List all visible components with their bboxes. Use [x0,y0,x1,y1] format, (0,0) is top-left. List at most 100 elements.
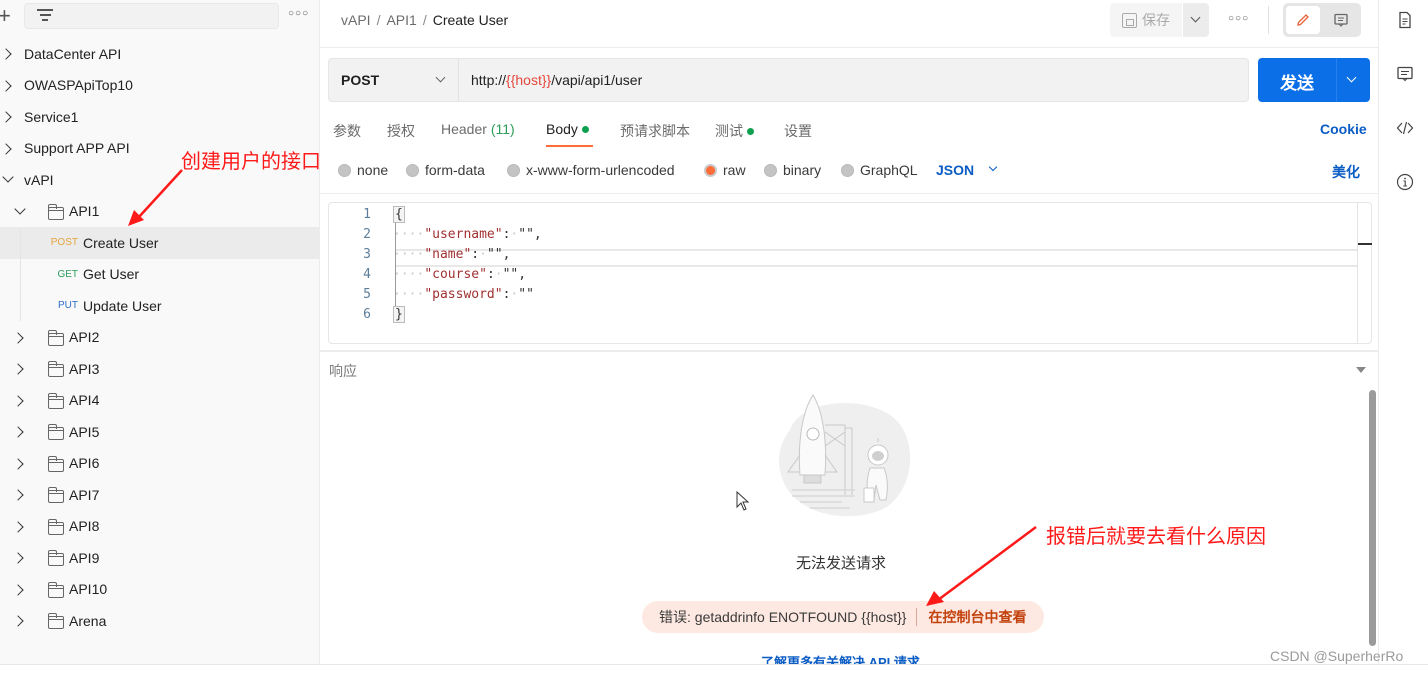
chevron-down-icon [435,72,446,83]
breadcrumb-current[interactable]: Create User [433,12,508,28]
folder-item[interactable]: API5 [0,416,319,448]
collection-item[interactable]: DataCenter API [0,38,319,70]
tab-headers[interactable]: Header (11) [441,121,515,137]
breadcrumb: vAPI / API1 / Create User [341,12,508,28]
tab-auth[interactable]: 授权 [387,121,415,141]
request-item-get-user[interactable]: GET Get User [0,259,319,291]
json-key: "username" [424,227,503,242]
breadcrumb-item[interactable]: vAPI [341,12,371,28]
tab-tests[interactable]: 测试 [715,121,754,141]
divider [916,608,918,626]
request-item-update-user[interactable]: PUT Update User [0,290,319,322]
code-line: } [393,306,405,323]
folder-item[interactable]: API7 [0,479,319,511]
save-dropdown-button[interactable] [1183,3,1209,37]
radio-x-www-form-urlencoded[interactable]: x-www-form-urlencoded [507,162,675,178]
response-scrollbar[interactable] [1369,390,1376,646]
send-button[interactable]: 发送 [1258,58,1370,102]
body-code-editor[interactable]: 1 2 3 4 5 6 { ····"username":·"", ····"n… [328,202,1372,344]
request-label: Create User [83,234,159,251]
beautify-button[interactable]: 美化 [1332,162,1360,182]
radio-graphql[interactable]: GraphQL [841,162,918,178]
radio-circle [704,163,717,177]
tab-pre-request-script[interactable]: 预请求脚本 [620,121,690,141]
folder-icon [47,424,64,440]
radio-binary[interactable]: binary [764,162,821,178]
learn-more-link[interactable]: 了解更多有关解决 API 请求 [761,654,920,664]
response-title: 响应 [329,363,357,379]
chevron-right-icon [12,520,24,533]
radio-none[interactable]: none [338,162,388,178]
folder-icon [47,550,64,566]
mouse-cursor [736,490,750,514]
folder-item-api1[interactable]: API1 [0,196,319,228]
radio-form-data[interactable]: form-data [406,162,485,178]
more-horizontal-icon[interactable]: ○○○ [1228,13,1249,24]
cookie-link[interactable]: Cookie [1320,121,1367,137]
tab-body[interactable]: Body [546,121,589,137]
folder-icon [47,392,64,409]
tab-settings[interactable]: 设置 [784,121,812,141]
tab-label: 设置 [784,123,812,139]
collapse-response-icon[interactable] [1356,367,1366,373]
breadcrumb-item[interactable]: API1 [386,12,416,28]
rocket-astronaut-illustration [778,394,911,517]
radio-raw[interactable]: raw [704,162,746,178]
folder-label: API9 [69,549,100,566]
folder-item[interactable]: Arena [0,605,319,637]
info-icon[interactable] [1396,173,1414,191]
edit-mode-button[interactable] [1286,6,1320,34]
more-horizontal-icon[interactable]: ○○○ [288,8,309,19]
folder-item[interactable]: API2 [0,322,319,354]
view-in-console-link[interactable]: 在控制台中查看 [928,607,1026,627]
empty-state-message: 无法发送请求 [796,555,887,572]
response-resize-handle[interactable] [320,350,1378,352]
tree-indent-guide [20,227,21,321]
radio-label: none [357,162,389,178]
save-button[interactable]: 保存 [1110,3,1182,37]
code-icon[interactable] [1396,119,1414,137]
method-select[interactable]: POST [329,59,459,101]
collection-label: vAPI [24,171,54,188]
tab-label: Header [441,121,487,137]
save-icon [1122,12,1137,28]
collection-item[interactable]: Service1 [0,101,319,133]
divider [1336,58,1337,102]
chevron-right-icon [12,394,24,407]
folder-item[interactable]: API3 [0,353,319,385]
folder-icon [47,203,64,220]
folder-icon [47,581,64,598]
comment-mode-button[interactable] [1324,6,1358,34]
folder-icon [47,361,64,377]
folder-item[interactable]: API9 [0,542,319,574]
chevron-right-icon [12,489,24,501]
line-number: 1 [363,207,371,222]
comment-icon[interactable] [1396,65,1414,83]
folder-label: API3 [69,360,100,377]
url-input[interactable]: http://{{host}}/vapi/api1/user [471,72,642,88]
document-icon[interactable] [1396,11,1414,29]
folder-label: API1 [69,203,100,220]
chevron-down-icon[interactable] [1346,72,1357,83]
folder-icon [47,487,64,503]
raw-language-select[interactable]: JSON [936,162,998,178]
raw-language-value: JSON [936,162,975,178]
collection-item[interactable]: OWASPApiTop10 [0,70,319,102]
chevron-right-icon [0,111,12,123]
filter-input[interactable] [24,3,279,29]
line-number: 5 [363,287,371,302]
chevron-right-icon [12,583,24,596]
folder-item[interactable]: API10 [0,574,319,606]
breadcrumb-separator: / [376,12,381,28]
tab-params[interactable]: 参数 [333,121,361,141]
editor-scrollbar-track[interactable] [1357,203,1358,343]
folder-item[interactable]: API8 [0,511,319,543]
folder-item[interactable]: API4 [0,385,319,417]
plus-icon[interactable]: + [0,4,14,28]
request-item-create-user[interactable]: POST Create User [0,227,319,259]
radio-circle [764,163,777,177]
save-label: 保存 [1142,12,1170,28]
error-text: 错误: getaddrinfo ENOTFOUND {{host}} [659,609,907,625]
folder-item[interactable]: API6 [0,448,319,480]
line-number: 4 [363,267,371,282]
